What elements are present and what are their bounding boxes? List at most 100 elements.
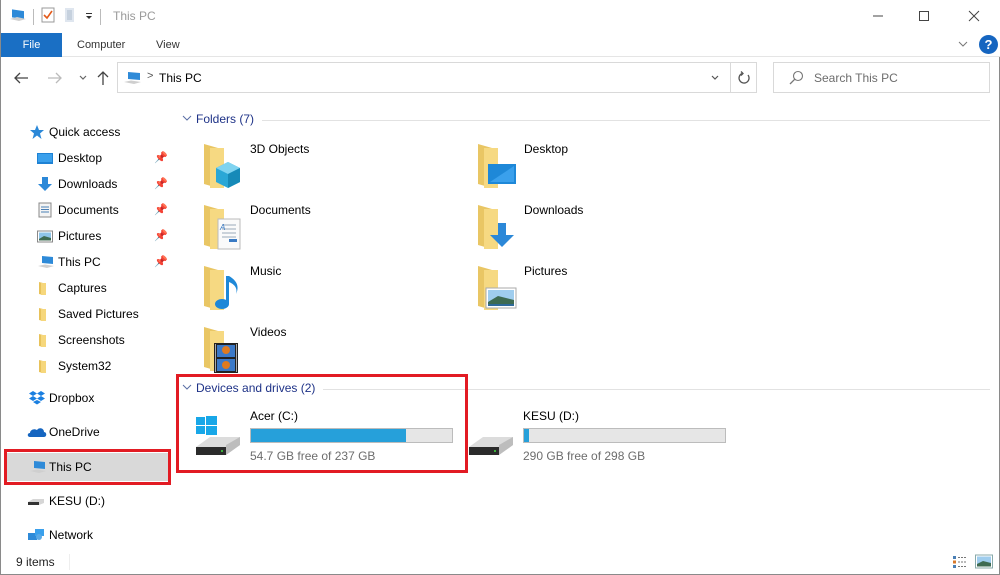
navigation-pane: Quick access Desktop 📌 Downloads 📌 Docum…: [1, 111, 173, 544]
group-header-folders[interactable]: Folders (7): [180, 110, 990, 130]
large-icons-view-icon[interactable]: [975, 554, 993, 569]
breadcrumb-this-pc[interactable]: This PC: [159, 71, 202, 85]
folder-icon: [37, 358, 53, 374]
folder-tile-downloads[interactable]: Downloads: [448, 199, 718, 257]
address-bar[interactable]: > This PC: [117, 62, 757, 93]
folder-tile-videos[interactable]: Videos: [174, 321, 444, 379]
documents-folder-icon: A: [198, 201, 246, 253]
drive-usage-fill: [251, 429, 406, 442]
group-title: Devices and drives (2): [196, 381, 316, 395]
this-pc-icon[interactable]: [9, 7, 27, 26]
network-icon: [27, 527, 44, 543]
sidebar-item-label: Network: [49, 528, 94, 542]
refresh-button[interactable]: [730, 63, 757, 92]
breadcrumb-separator[interactable]: >: [147, 70, 153, 82]
sidebar-item-desktop[interactable]: Desktop 📌: [1, 145, 173, 171]
folder-icon: [37, 280, 53, 296]
folder-tile-3d-objects[interactable]: 3D Objects: [174, 138, 444, 196]
tab-view[interactable]: View: [156, 33, 180, 57]
sidebar-item-onedrive[interactable]: OneDrive: [1, 419, 173, 445]
sidebar-item-network[interactable]: Network: [1, 522, 173, 548]
folder-tile-pictures[interactable]: Pictures: [448, 260, 718, 318]
sidebar-item-label: System32: [58, 359, 112, 373]
sidebar-item-documents[interactable]: Documents 📌: [1, 197, 173, 223]
address-history-dropdown[interactable]: [698, 63, 732, 92]
sidebar-item-kesu-drive[interactable]: KESU (D:): [1, 488, 173, 514]
folder-name: Videos: [250, 325, 287, 339]
drive-tile-acer-c[interactable]: Acer (C:) 54.7 GB free of 237 GB: [174, 405, 453, 467]
sidebar-item-label: Documents: [58, 203, 119, 217]
properties-icon[interactable]: [40, 7, 56, 26]
sidebar-item-saved-pictures[interactable]: Saved Pictures: [1, 301, 173, 327]
group-header-devices-and-drives[interactable]: Devices and drives (2): [180, 379, 990, 399]
sidebar-item-label: Screenshots: [58, 333, 125, 347]
folder-tile-documents[interactable]: A Documents: [174, 199, 444, 257]
arrow-right-icon: [48, 72, 62, 84]
sidebar-item-label: Saved Pictures: [58, 307, 139, 321]
sidebar-item-pictures[interactable]: Pictures 📌: [1, 223, 173, 249]
folder-tile-music[interactable]: Music: [174, 260, 444, 318]
chevron-down-icon: [711, 75, 719, 80]
status-bar: 9 items: [1, 549, 1000, 574]
recent-locations-button[interactable]: [73, 68, 93, 88]
sidebar-item-label: Downloads: [58, 177, 118, 191]
details-view-icon[interactable]: [952, 555, 968, 569]
star-icon: [29, 124, 45, 140]
sidebar-item-quick-access[interactable]: Quick access: [1, 119, 173, 145]
sidebar-item-downloads[interactable]: Downloads 📌: [1, 171, 173, 197]
tab-computer[interactable]: Computer: [77, 33, 125, 57]
pictures-folder-icon: [472, 262, 520, 314]
back-button[interactable]: [11, 68, 31, 88]
sidebar-item-captures[interactable]: Captures: [1, 275, 173, 301]
pin-icon[interactable]: 📌: [154, 177, 168, 190]
sidebar-item-screenshots[interactable]: Screenshots: [1, 327, 173, 353]
quick-access-toolbar: [9, 7, 101, 26]
minimize-icon: [873, 15, 883, 17]
pin-icon[interactable]: 📌: [154, 229, 168, 242]
pin-icon[interactable]: 📌: [154, 255, 168, 268]
desktop-icon: [37, 150, 53, 166]
sidebar-item-label: Desktop: [58, 151, 103, 165]
pin-icon[interactable]: 📌: [154, 151, 168, 164]
up-button[interactable]: [93, 68, 113, 88]
sidebar-item-this-pc[interactable]: This PC: [1, 453, 173, 481]
minimize-button[interactable]: [855, 0, 901, 32]
help-button[interactable]: ?: [979, 35, 998, 54]
ribbon-tabs: File Computer View ?: [1, 33, 1000, 57]
drive-icon: [27, 493, 44, 509]
pin-icon[interactable]: 📌: [154, 203, 168, 216]
tab-file[interactable]: File: [1, 33, 62, 57]
title-bar: This PC: [1, 0, 1000, 33]
customize-dropdown-icon[interactable]: [84, 10, 94, 24]
refresh-icon: [738, 70, 750, 84]
chevron-down-icon: [79, 75, 87, 80]
toolbar-separator: [33, 8, 34, 25]
folder-name: Pictures: [524, 264, 568, 278]
drive-icon: [465, 415, 517, 463]
drive-name: Acer (C:): [250, 409, 298, 423]
expand-ribbon-button[interactable]: [957, 38, 971, 52]
3d-objects-folder-icon: [198, 140, 246, 192]
folder-name: Downloads: [524, 203, 584, 217]
sidebar-item-this-pc-pinned[interactable]: This PC 📌: [1, 249, 173, 275]
group-title: Folders (7): [196, 112, 255, 126]
this-pc-icon: [29, 459, 46, 475]
sidebar-item-system32[interactable]: System32: [1, 353, 173, 379]
search-box[interactable]: [773, 62, 990, 93]
drive-usage-bar: [250, 428, 453, 443]
dropbox-icon: [28, 390, 45, 406]
new-folder-icon[interactable]: [62, 7, 78, 26]
folder-tile-desktop[interactable]: Desktop: [448, 138, 718, 196]
folder-name: Desktop: [524, 142, 569, 156]
arrow-up-icon: [97, 71, 109, 85]
maximize-button[interactable]: [901, 0, 947, 32]
pictures-icon: [37, 228, 53, 244]
close-button[interactable]: [947, 0, 1000, 32]
drive-free-space: 290 GB free of 298 GB: [523, 449, 646, 463]
search-input[interactable]: [814, 69, 984, 87]
forward-button[interactable]: [45, 68, 65, 88]
file-explorer-window: This PC File Computer View ? > This PC S…: [0, 0, 1000, 575]
drive-tile-kesu-d[interactable]: KESU (D:) 290 GB free of 298 GB: [447, 405, 726, 467]
sidebar-item-label: This PC: [49, 460, 92, 474]
sidebar-item-dropbox[interactable]: Dropbox: [1, 385, 173, 411]
